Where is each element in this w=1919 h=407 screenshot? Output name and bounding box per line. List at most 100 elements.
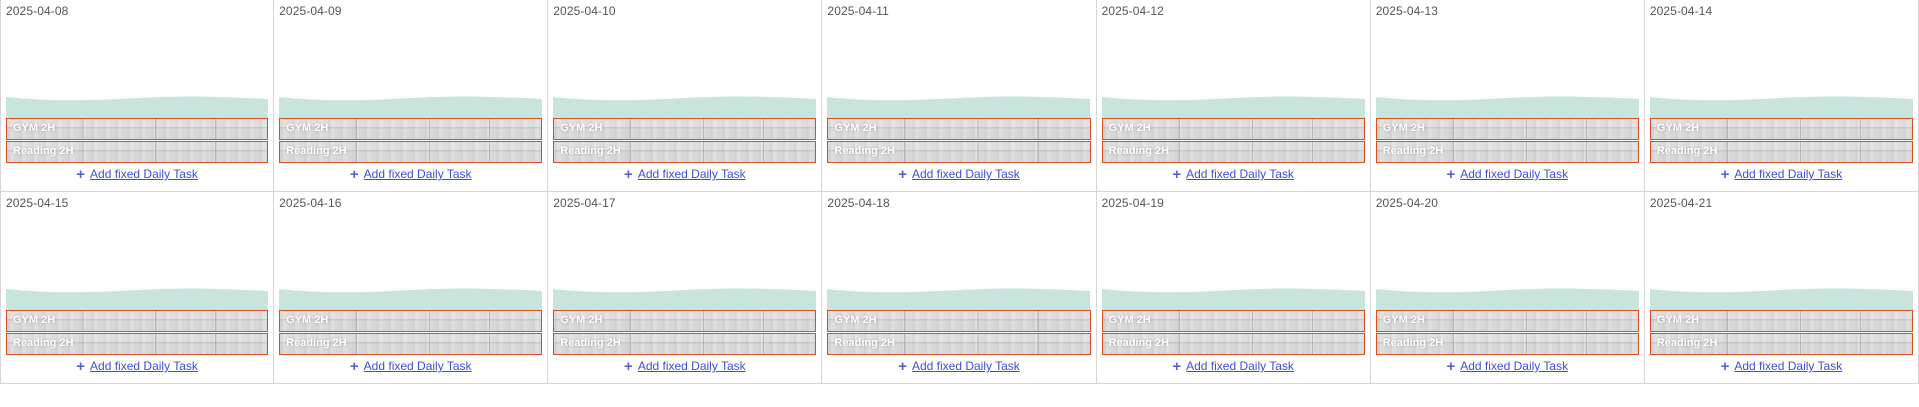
wave-graphic (827, 95, 1091, 118)
plus-icon: + (1720, 166, 1730, 183)
add-fixed-daily-task-link[interactable]: + Add fixed Daily Task (1, 166, 273, 183)
task-reading[interactable]: Reading 2H (279, 333, 543, 355)
day-date: 2025-04-20 (1375, 196, 1439, 210)
add-link-label[interactable]: Add fixed Daily Task (1734, 167, 1842, 181)
task-label: GYM 2H (1108, 314, 1151, 326)
plus-icon: + (624, 358, 633, 375)
plus-icon: + (76, 166, 86, 183)
task-reading[interactable]: Reading 2H (1375, 333, 1639, 355)
plus-icon: + (76, 358, 86, 375)
task-gym[interactable]: GYM 2H (1101, 310, 1365, 332)
add-link-label[interactable]: Add fixed Daily Task (90, 167, 198, 181)
add-link-label[interactable]: Add fixed Daily Task (912, 359, 1020, 373)
add-link-label[interactable]: Add fixed Daily Task (638, 167, 746, 181)
add-link-label[interactable]: Add fixed Daily Task (364, 359, 472, 373)
task-gym[interactable]: GYM 2H (279, 310, 543, 332)
plus-icon: + (1172, 358, 1182, 375)
wave-graphic (279, 95, 543, 118)
task-reading[interactable]: Reading 2H (553, 333, 817, 355)
plus-icon: + (1446, 166, 1456, 183)
add-fixed-daily-task-link[interactable]: + Add fixed Daily Task (1097, 167, 1370, 182)
day-cell: 2025-04-15 GYM 2H Reading 2H + Add fixed … (0, 192, 275, 384)
add-fixed-daily-task-link[interactable]: + Add fixed Daily Task (1, 358, 273, 375)
task-label: Reading 2H (13, 145, 74, 157)
task-reading[interactable]: Reading 2H (553, 141, 817, 163)
task-gym[interactable]: GYM 2H (1649, 118, 1913, 140)
day-cell: 2025-04-19 GYM 2H Reading 2H + Add fixed … (1096, 192, 1371, 384)
task-label: GYM 2H (1656, 122, 1700, 134)
wave-graphic (1375, 287, 1639, 310)
task-label: GYM 2H (1656, 314, 1700, 326)
task-gym[interactable]: GYM 2H (1375, 310, 1639, 332)
add-link-label[interactable]: Add fixed Daily Task (364, 167, 472, 181)
day-date: 2025-04-18 (827, 196, 890, 210)
add-fixed-daily-task-link[interactable]: + Add fixed Daily Task (548, 358, 821, 375)
wave-graphic (827, 287, 1091, 310)
day-cell: 2025-04-16 GYM 2H Reading 2H + Add fixed … (274, 192, 549, 384)
add-link-label[interactable]: Add fixed Daily Task (1460, 167, 1568, 181)
day-cell: 2025-04-17 GYM 2H Reading 2H + Add fixed … (548, 192, 823, 384)
task-gym[interactable]: GYM 2H (553, 118, 817, 140)
task-gym[interactable]: GYM 2H (1649, 310, 1913, 332)
task-reading[interactable]: Reading 2H (1375, 141, 1639, 163)
task-gym[interactable]: GYM 2H (1375, 118, 1639, 140)
calendar-grid: 2025-04-08 GYM 2H Reading 2H + Add fixed … (0, 0, 1919, 384)
day-cell: 2025-04-09 GYM 2H Reading 2H + Add fixed … (274, 0, 549, 192)
task-reading[interactable]: Reading 2H (6, 141, 269, 163)
add-fixed-daily-task-link[interactable]: + Add fixed Daily Task (1371, 166, 1644, 183)
add-fixed-daily-task-link[interactable]: + Add fixed Daily Task (822, 359, 1095, 374)
add-fixed-daily-task-link[interactable]: + Add fixed Daily Task (548, 166, 821, 183)
task-reading[interactable]: Reading 2H (1649, 333, 1913, 355)
task-label: Reading 2H (1656, 337, 1718, 349)
task-label: Reading 2H (13, 337, 74, 349)
task-gym[interactable]: GYM 2H (553, 310, 817, 332)
day-date: 2025-04-19 (1101, 196, 1164, 210)
day-date: 2025-04-17 (553, 196, 616, 210)
add-link-label[interactable]: Add fixed Daily Task (1734, 359, 1842, 373)
add-link-label[interactable]: Add fixed Daily Task (1460, 359, 1568, 373)
day-date: 2025-04-16 (279, 196, 342, 210)
day-cell: 2025-04-11 GYM 2H Reading 2H + Add fixed … (822, 0, 1097, 192)
add-fixed-daily-task-link[interactable]: + Add fixed Daily Task (1371, 359, 1644, 374)
task-label: GYM 2H (560, 122, 603, 134)
add-fixed-daily-task-link[interactable]: + Add fixed Daily Task (274, 167, 547, 182)
plus-icon: + (624, 166, 633, 183)
add-fixed-daily-task-link[interactable]: + Add fixed Daily Task (1097, 358, 1370, 375)
add-fixed-daily-task-link[interactable]: + Add fixed Daily Task (274, 358, 547, 375)
task-reading[interactable]: Reading 2H (1101, 333, 1365, 355)
add-fixed-daily-task-link[interactable]: + Add fixed Daily Task (1645, 359, 1918, 374)
task-gym[interactable]: GYM 2H (827, 118, 1091, 140)
task-gym[interactable]: GYM 2H (6, 310, 269, 332)
task-label: GYM 2H (13, 122, 56, 134)
add-link-label[interactable]: Add fixed Daily Task (1186, 359, 1294, 373)
task-reading[interactable]: Reading 2H (1101, 141, 1365, 163)
task-gym[interactable]: GYM 2H (1101, 118, 1365, 140)
day-date: 2025-04-09 (279, 4, 342, 18)
wave-graphic (553, 95, 817, 118)
task-reading[interactable]: Reading 2H (6, 333, 269, 355)
task-reading[interactable]: Reading 2H (827, 333, 1091, 355)
add-link-label[interactable]: Add fixed Daily Task (90, 359, 198, 373)
task-label: GYM 2H (834, 314, 877, 326)
wave-graphic (1101, 95, 1365, 118)
task-label: GYM 2H (1382, 314, 1425, 326)
task-label: Reading 2H (1108, 337, 1170, 349)
task-label: GYM 2H (1382, 122, 1425, 134)
task-gym[interactable]: GYM 2H (279, 118, 543, 140)
task-gym[interactable]: GYM 2H (6, 118, 269, 140)
task-label: Reading 2H (286, 337, 347, 349)
add-fixed-daily-task-link[interactable]: + Add fixed Daily Task (822, 167, 1095, 182)
task-reading[interactable]: Reading 2H (279, 141, 543, 163)
day-cell: 2025-04-13 GYM 2H Reading 2H + Add fixed … (1370, 0, 1645, 192)
add-link-label[interactable]: Add fixed Daily Task (912, 167, 1020, 181)
task-label: Reading 2H (834, 145, 895, 157)
task-gym[interactable]: GYM 2H (827, 310, 1091, 332)
plus-icon: + (349, 358, 359, 375)
day-date: 2025-04-13 (1375, 4, 1439, 18)
add-fixed-daily-task-link[interactable]: + Add fixed Daily Task (1645, 166, 1918, 183)
task-reading[interactable]: Reading 2H (827, 141, 1091, 163)
task-reading[interactable]: Reading 2H (1649, 141, 1913, 163)
add-link-label[interactable]: Add fixed Daily Task (1186, 167, 1294, 181)
task-label: Reading 2H (834, 337, 895, 349)
add-link-label[interactable]: Add fixed Daily Task (638, 359, 746, 373)
